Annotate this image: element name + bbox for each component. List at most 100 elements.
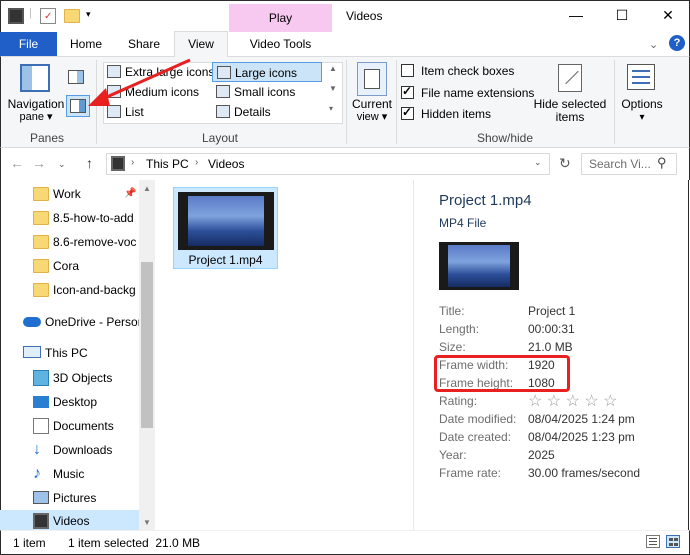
tab-view[interactable]: View xyxy=(174,31,228,57)
nav-item-3d-objects[interactable]: 3D Objects xyxy=(0,366,140,390)
help-icon[interactable]: ? xyxy=(669,35,685,51)
prop-value-title[interactable]: Project 1 xyxy=(528,304,575,318)
file-name-extensions-checkbox[interactable] xyxy=(401,84,414,99)
layout-small-icons[interactable]: Small icons xyxy=(212,82,322,102)
new-folder-icon[interactable] xyxy=(64,9,80,23)
layout-details[interactable]: Details xyxy=(212,102,322,122)
nav-item-documents[interactable]: Documents xyxy=(0,414,140,438)
group-label-panes: Panes xyxy=(29,131,65,145)
small-icons-icon xyxy=(216,85,230,98)
minimize-button[interactable]: — xyxy=(553,0,599,30)
prop-key-rating: Rating: xyxy=(439,394,478,408)
computer-icon xyxy=(23,346,41,358)
nav-item-desktop[interactable]: Desktop xyxy=(0,390,140,414)
annotation-arrow xyxy=(88,58,191,106)
nav-item-cora[interactable]: Cora xyxy=(0,254,140,278)
pictures-icon xyxy=(33,491,49,504)
videos-folder-icon xyxy=(111,156,125,171)
ribbon-separator xyxy=(614,60,615,144)
item-check-boxes-label[interactable]: Item check boxes xyxy=(421,64,514,78)
up-arrow-icon[interactable]: ↑ xyxy=(86,155,93,171)
tab-file[interactable]: File xyxy=(0,32,57,56)
window-title: Videos xyxy=(346,9,383,23)
customize-qat-icon[interactable]: ▾ xyxy=(86,9,91,20)
group-label-show-hide: Show/hide xyxy=(476,131,534,145)
prop-value-rating-stars[interactable]: ☆ ☆ ☆ ☆ ☆ xyxy=(528,391,618,411)
scroll-down-icon[interactable]: ▼ xyxy=(143,518,151,527)
navigation-pane-label[interactable]: Navigation xyxy=(6,98,66,111)
navigation-pane-dropdown[interactable]: pane ▾ xyxy=(6,111,66,124)
item-check-boxes-checkbox[interactable] xyxy=(401,64,414,77)
folder-icon xyxy=(33,187,49,201)
breadcrumb-videos[interactable]: Videos xyxy=(208,157,244,171)
nav-item-8-6[interactable]: 8.6-remove-voc xyxy=(0,230,140,254)
folder-icon xyxy=(33,283,49,297)
nav-item-icon-and-backg[interactable]: Icon-and-backg xyxy=(0,278,140,302)
nav-item-pictures[interactable]: Pictures xyxy=(0,486,140,510)
3d-objects-icon xyxy=(33,370,49,386)
nav-item-8-5[interactable]: 8.5-how-to-add xyxy=(0,206,140,230)
hidden-items-label[interactable]: Hidden items xyxy=(421,107,491,121)
hidden-items-checkbox[interactable] xyxy=(401,105,414,120)
back-arrow-icon[interactable]: ← xyxy=(10,155,24,171)
breadcrumb-this-pc[interactable]: This PC xyxy=(146,157,189,171)
hide-selected-items-icon[interactable] xyxy=(558,64,582,92)
refresh-icon[interactable]: ↻ xyxy=(559,155,571,172)
documents-icon xyxy=(33,418,49,434)
file-name-label[interactable]: Project 1.mp4 xyxy=(173,253,278,267)
options-icon[interactable] xyxy=(627,64,655,90)
address-dropdown-icon[interactable]: ⌄ xyxy=(534,157,542,168)
details-title: Project 1.mp4 xyxy=(439,192,532,209)
tab-video-tools[interactable]: Video Tools xyxy=(229,32,332,56)
maximize-button[interactable]: ☐ xyxy=(599,0,645,30)
prop-key-date-modified: Date modified: xyxy=(439,412,517,426)
nav-item-this-pc[interactable]: This PC xyxy=(0,341,140,365)
prop-key-frame-rate: Frame rate: xyxy=(439,466,502,480)
current-view-dropdown[interactable]: view ▾ xyxy=(348,111,396,124)
layout-large-icons[interactable]: Large icons xyxy=(212,62,322,82)
nav-item-onedrive[interactable]: OneDrive - Person xyxy=(0,310,140,334)
options-label[interactable]: Options xyxy=(618,98,666,111)
prop-key-year: Year: xyxy=(439,448,467,462)
nav-scrollbar-thumb[interactable] xyxy=(141,262,153,428)
large-icons-view-icon[interactable] xyxy=(666,535,680,548)
current-view-label[interactable]: Current xyxy=(348,98,396,111)
details-view-icon[interactable] xyxy=(646,535,660,548)
properties-icon[interactable]: ✓ xyxy=(40,8,56,24)
ribbon-collapse-icon[interactable]: ⌄ xyxy=(649,38,658,51)
hide-selected-label-line2[interactable]: items xyxy=(530,111,610,124)
nav-item-work[interactable]: Work 📌 xyxy=(0,182,140,206)
videos-icon xyxy=(33,513,49,529)
nav-item-music[interactable]: ♪ Music xyxy=(0,462,140,486)
gallery-scroll-down-icon[interactable]: ▼ xyxy=(329,84,337,93)
ribbon-separator xyxy=(396,60,397,144)
search-icon[interactable]: ⚲ xyxy=(657,155,667,171)
nav-item-downloads[interactable]: ↓ Downloads xyxy=(0,438,140,462)
status-item-count: 1 item xyxy=(13,536,46,550)
large-icons-icon xyxy=(217,66,231,79)
nav-item-videos[interactable]: Videos xyxy=(0,510,140,530)
search-placeholder[interactable]: Search Vi... xyxy=(589,157,651,171)
onedrive-cloud-icon xyxy=(23,317,41,327)
file-name-extensions-label[interactable]: File name extensions xyxy=(421,86,534,100)
details-thumbnail-icon xyxy=(439,242,519,290)
gallery-scroll-up-icon[interactable]: ▲ xyxy=(329,64,337,73)
recent-locations-icon[interactable]: ⌄ xyxy=(58,159,66,170)
options-dropdown[interactable]: ▾ xyxy=(618,111,666,124)
desktop-icon xyxy=(33,396,49,408)
folder-icon xyxy=(33,211,49,225)
pin-icon[interactable]: 📌 xyxy=(124,182,136,206)
gallery-more-icon[interactable]: ▾ xyxy=(329,104,333,113)
breadcrumb-separator: › xyxy=(131,157,135,168)
prop-value-size: 21.0 MB xyxy=(528,340,573,354)
details-type: MP4 File xyxy=(439,216,487,230)
details-icon xyxy=(216,105,230,118)
scroll-up-icon[interactable]: ▲ xyxy=(143,184,151,193)
prop-value-year[interactable]: 2025 xyxy=(528,448,555,462)
forward-arrow-icon[interactable]: → xyxy=(32,155,46,171)
context-tab-play[interactable]: Play xyxy=(229,11,332,25)
current-view-icon[interactable] xyxy=(357,62,387,96)
navigation-pane-icon[interactable] xyxy=(20,64,50,92)
downloads-arrow-icon: ↓ xyxy=(33,441,41,458)
close-button[interactable]: ✕ xyxy=(645,0,690,30)
